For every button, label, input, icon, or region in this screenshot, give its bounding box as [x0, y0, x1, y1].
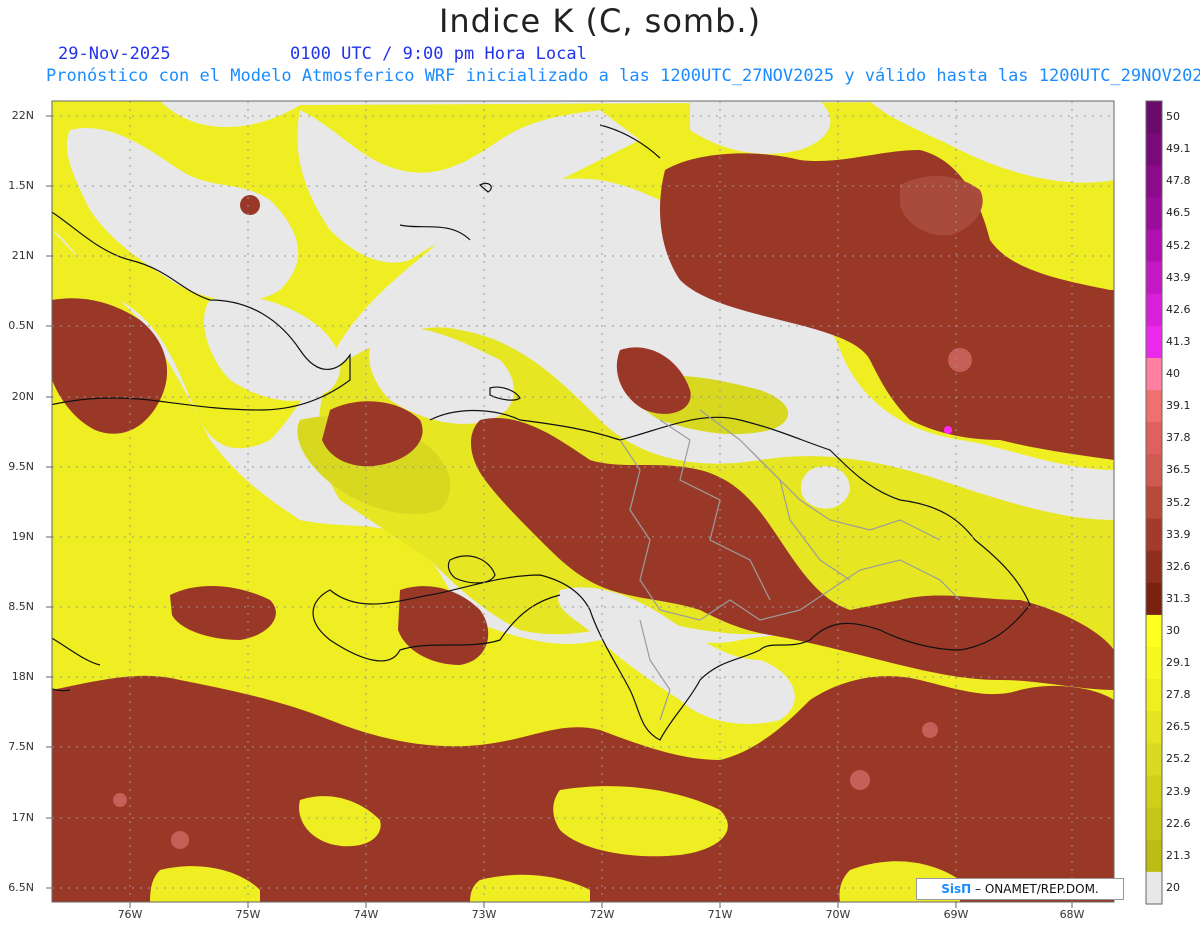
x-tick-label: 68W: [1059, 908, 1085, 921]
colorbar-swatch: [1146, 261, 1162, 295]
colorbar-label: 39.1: [1166, 399, 1191, 413]
colorbar-swatch: [1146, 325, 1162, 359]
colorbar-swatch: [1146, 679, 1162, 712]
y-tick-label: 22N: [11, 109, 34, 122]
colorbar-swatch: [1146, 807, 1162, 841]
colorbar-swatch: [1146, 357, 1162, 391]
colorbar-swatch: [1146, 454, 1162, 487]
y-tick-label: 21N: [11, 249, 34, 262]
colorbar-label: 30: [1166, 623, 1180, 637]
colorbar-label: 33.9: [1166, 527, 1191, 541]
colorbar-label: 25.2: [1166, 752, 1191, 766]
y-tick-label: 0.5N: [8, 319, 34, 332]
colorbar-label: 43.9: [1166, 270, 1191, 284]
colorbar-swatch: [1146, 614, 1162, 648]
y-tick-label: 1.5N: [8, 179, 34, 192]
colorbar-label: 37.8: [1166, 431, 1191, 445]
colorbar-swatch: [1146, 229, 1162, 263]
credit-text: – ONAMET/REP.DOM.: [975, 882, 1099, 896]
brand-logo-text: SisΠ: [941, 882, 972, 896]
y-tick-label: 20N: [11, 390, 34, 403]
colorbar-label: 27.8: [1166, 688, 1191, 702]
credit-box: SisΠ – ONAMET/REP.DOM.: [916, 878, 1124, 900]
colorbar-swatch: [1146, 582, 1162, 616]
colorbar-swatch: [1146, 775, 1162, 809]
colorbar-label: 35.2: [1166, 495, 1191, 509]
colorbar-swatch: [1146, 743, 1162, 777]
colorbar-swatch: [1146, 647, 1162, 680]
colorbar-label: 42.6: [1166, 302, 1191, 316]
colorbar-label: 49.1: [1166, 142, 1191, 156]
x-tick-label: 72W: [589, 908, 615, 921]
colorbar-swatch: [1146, 518, 1162, 552]
x-tick-label: 76W: [117, 908, 143, 921]
colorbar-swatch: [1146, 422, 1162, 455]
y-tick-label: 18N: [11, 670, 34, 683]
colorbar-swatch: [1146, 133, 1162, 166]
colorbar-label: 22.6: [1166, 816, 1191, 830]
colorbar-label: 32.6: [1166, 559, 1191, 573]
y-tick-label: 7.5N: [8, 740, 34, 753]
colorbar-swatch: [1146, 293, 1162, 327]
x-tick-label: 70W: [825, 908, 851, 921]
colorbar-swatch: [1146, 839, 1162, 873]
colorbar-label: 40: [1166, 367, 1180, 381]
colorbar-label: 45.2: [1166, 238, 1191, 252]
x-tick-label: 73W: [471, 908, 497, 921]
y-tick-label: 9.5N: [8, 460, 34, 473]
colorbar: [1145, 100, 1163, 905]
y-tick-label: 17N: [11, 811, 34, 824]
colorbar-swatch: [1146, 197, 1162, 230]
colorbar-label: 31.3: [1166, 591, 1191, 605]
colorbar-label: 50: [1166, 110, 1180, 124]
y-tick-label: 8.5N: [8, 600, 34, 613]
colorbar-label: 20: [1166, 880, 1180, 894]
colorbar-label: 23.9: [1166, 784, 1191, 798]
k-index-field: [52, 101, 1114, 902]
colorbar-swatch: [1146, 711, 1162, 744]
colorbar-swatch: [1146, 101, 1162, 134]
colorbar-label: 46.5: [1166, 206, 1191, 220]
x-tick-label: 75W: [235, 908, 261, 921]
colorbar-label: 47.8: [1166, 174, 1191, 188]
colorbar-label: 29.1: [1166, 656, 1191, 670]
colorbar-label: 36.5: [1166, 463, 1191, 477]
colorbar-swatch: [1146, 390, 1162, 423]
x-tick-label: 74W: [353, 908, 379, 921]
y-tick-label: 19N: [11, 530, 34, 543]
y-tick-label: 6.5N: [8, 881, 34, 894]
colorbar-swatch: [1146, 486, 1162, 520]
colorbar-label: 41.3: [1166, 334, 1191, 348]
colorbar-label: 26.5: [1166, 720, 1191, 734]
colorbar-swatch: [1146, 165, 1162, 198]
colorbar-swatch: [1146, 871, 1162, 905]
colorbar-label: 21.3: [1166, 848, 1191, 862]
x-tick-label: 71W: [707, 908, 733, 921]
x-tick-label: 69W: [943, 908, 969, 921]
map-frame: [46, 100, 1163, 908]
colorbar-swatch: [1146, 550, 1162, 584]
